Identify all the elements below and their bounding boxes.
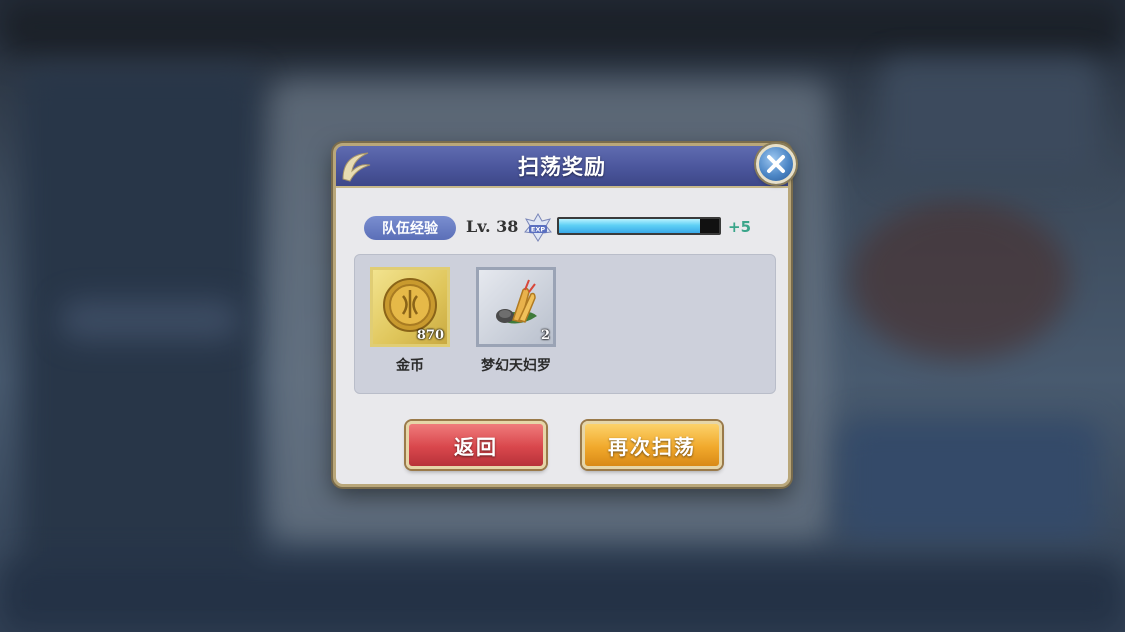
- exp-progress-fill: [559, 219, 700, 233]
- reward-count: 2: [540, 328, 550, 343]
- reward-count: 870: [416, 328, 444, 343]
- svg-text:EXP: EXP: [531, 226, 545, 234]
- back-button[interactable]: 返回: [406, 421, 546, 469]
- team-level: Lv. 38: [466, 217, 519, 236]
- rewards-panel: 870 金币 2 梦幻天妇罗: [354, 254, 776, 394]
- sweep-rewards-dialog: 扫荡奖励 队伍经验 Lv. 38 EXP +5 870 金币 2 梦幻天妇罗 返…: [333, 143, 791, 487]
- close-button[interactable]: [756, 144, 796, 184]
- reward-frame: 2: [476, 267, 556, 347]
- exp-badge-icon: EXP: [524, 213, 552, 242]
- reward-name: 金币: [396, 358, 424, 374]
- exp-gain: +5: [728, 218, 752, 236]
- team-exp-row: 队伍经验 Lv. 38 EXP +5: [364, 213, 764, 242]
- close-x-icon: [767, 155, 785, 173]
- sweep-again-button[interactable]: 再次扫荡: [582, 421, 722, 469]
- team-exp-label: 队伍经验: [364, 216, 456, 240]
- reward-item[interactable]: 2 梦幻天妇罗: [466, 267, 566, 375]
- exp-progress-bar: [557, 217, 721, 235]
- reward-item[interactable]: 870 金币: [360, 267, 460, 375]
- reward-name: 梦幻天妇罗: [481, 358, 551, 374]
- dialog-title: 扫荡奖励: [518, 154, 606, 179]
- reward-frame: 870: [370, 267, 450, 347]
- corner-ornament-icon: [342, 152, 371, 182]
- dialog-title-bar: 扫荡奖励: [336, 146, 788, 188]
